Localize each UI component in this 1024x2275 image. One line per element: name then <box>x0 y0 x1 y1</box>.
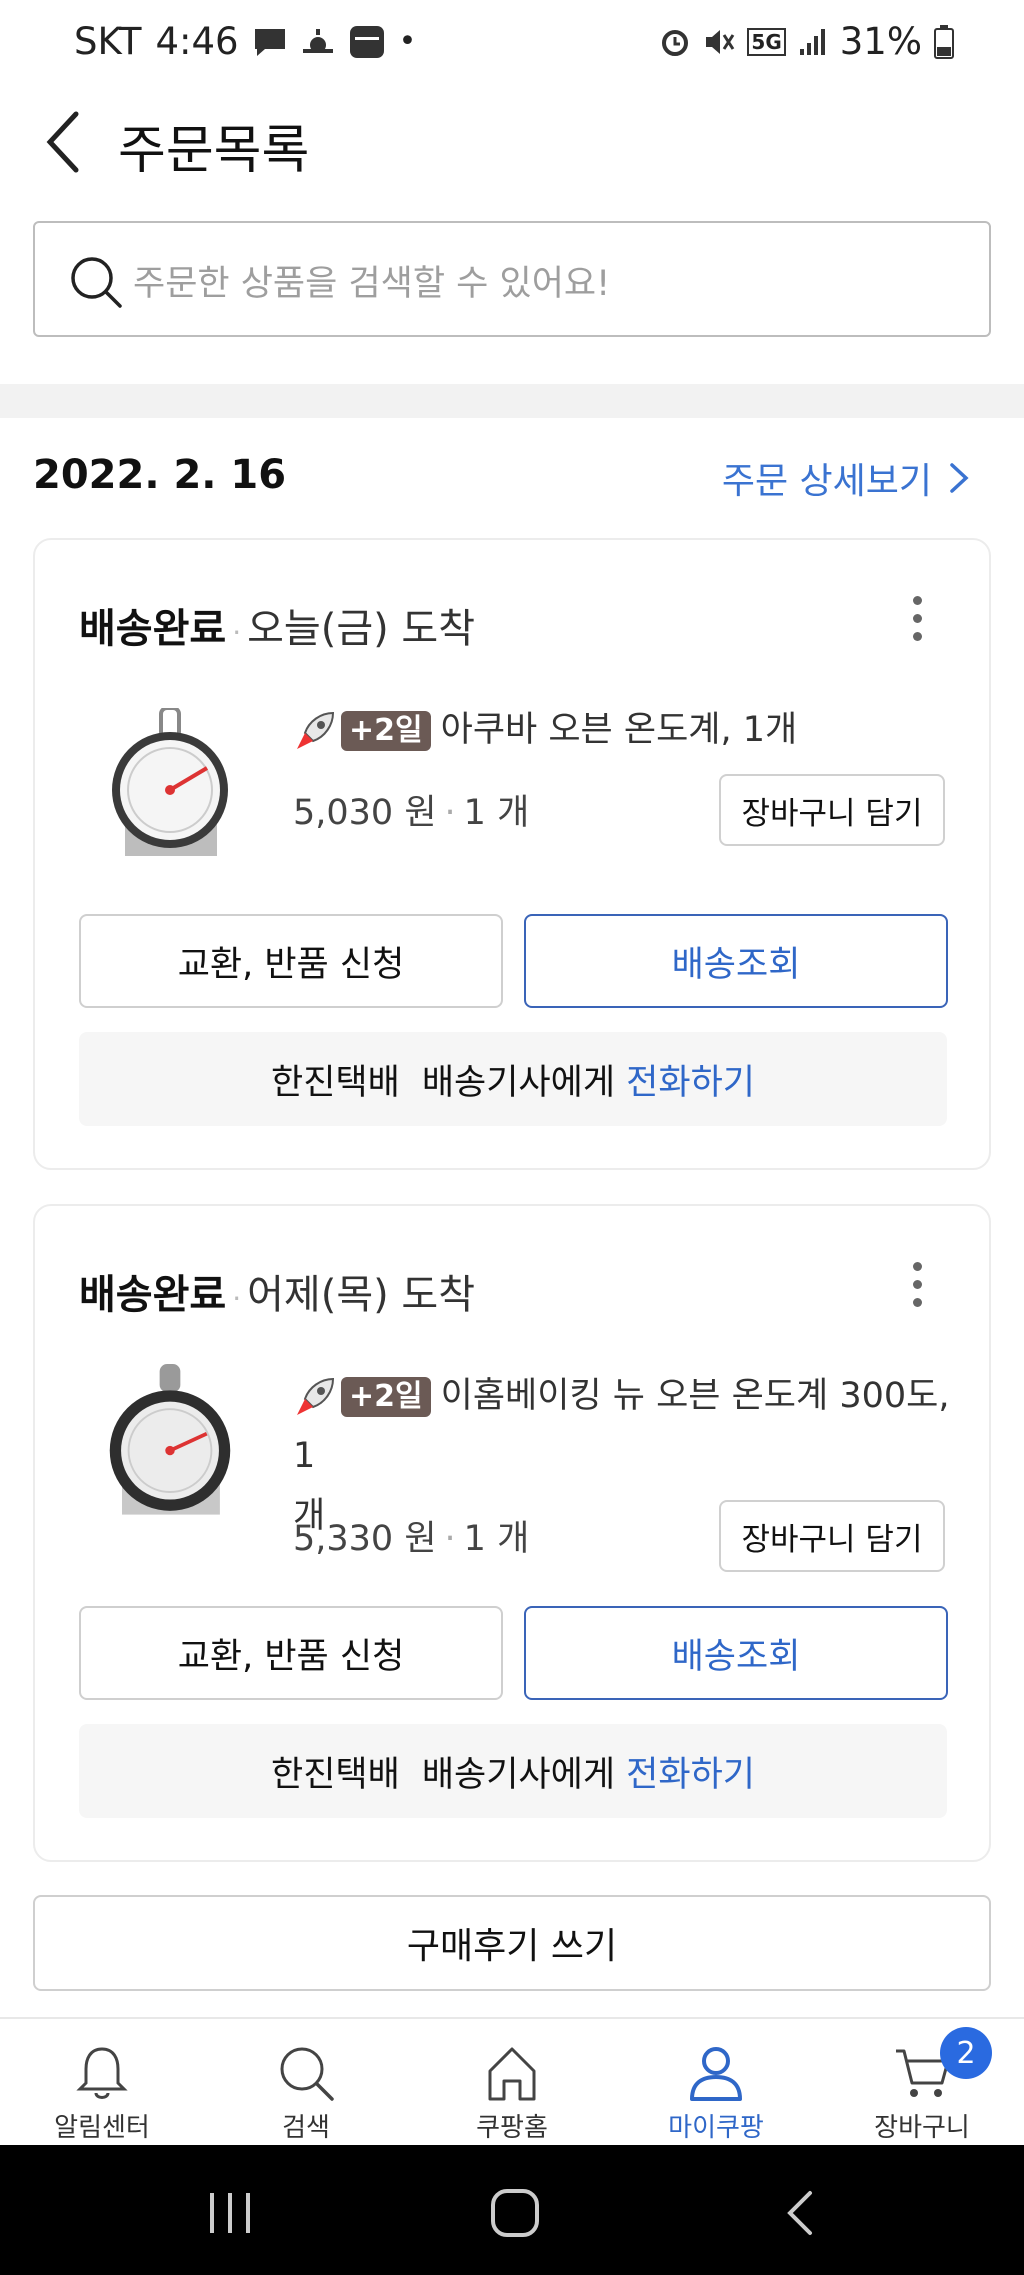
tab-label: 장바구니 <box>874 2113 970 2143</box>
status-label: 배송완료 <box>79 1272 227 1318</box>
more-options-icon[interactable] <box>911 1262 923 1307</box>
product-title[interactable]: +2일 아쿠바 오븐 온도계, 1개 <box>293 700 797 760</box>
home-button-icon[interactable] <box>485 2185 545 2241</box>
carrier-label: SKT <box>74 20 142 63</box>
courier-contact-bar: 한진택배 배송기사에게 전화하기 <box>79 1032 947 1126</box>
search-icon <box>280 2047 334 2101</box>
price: 5,030 원 <box>293 793 437 833</box>
search-icon <box>71 257 122 308</box>
page-title: 주문목록 <box>118 121 310 181</box>
delivery-badge: +2일 <box>341 711 431 751</box>
price-row: 5,330 원 · 1 개 <box>293 1519 530 1559</box>
delivery-status: 배송완료 · 어제(목) 도착 <box>79 1272 476 1318</box>
order-date: 2022. 2. 16 <box>33 452 287 498</box>
battery-icon <box>934 24 954 59</box>
courier-name: 한진택배 <box>271 1754 400 1795</box>
delivery-badge: +2일 <box>341 1377 431 1417</box>
arrival-label: 오늘(금) 도착 <box>247 606 476 652</box>
tab-home[interactable]: 쿠팡홈 <box>432 2019 592 2147</box>
tab-label: 마이쿠팡 <box>668 2113 764 2143</box>
delivery-status: 배송완료 · 오늘(금) 도착 <box>79 606 476 652</box>
tab-cart[interactable]: 2 장바구니 <box>842 2019 1002 2147</box>
price-row: 5,030 원 · 1 개 <box>293 793 530 833</box>
call-driver-link[interactable]: 전화하기 <box>626 1063 755 1103</box>
write-review-button[interactable]: 구매후기 쓰기 <box>33 1895 991 1991</box>
mute-icon <box>706 29 735 54</box>
product-name: 아쿠바 오븐 온도계, 1개 <box>440 710 798 750</box>
dot-indicator: • <box>398 24 417 59</box>
person-icon <box>690 2047 742 2101</box>
arrival-label: 어제(목) 도착 <box>247 1272 476 1318</box>
tab-notifications[interactable]: 알림센터 <box>22 2019 182 2147</box>
back-icon[interactable] <box>772 2185 832 2241</box>
product-image[interactable] <box>95 1364 245 1524</box>
app-notification-icon <box>349 25 384 58</box>
alarm-icon <box>662 29 689 56</box>
rocket-delivery-icon <box>297 1377 335 1415</box>
shipment-card: 배송완료 · 오늘(금) 도착 +2일 아쿠바 오븐 온도계, 1개 5,030 원 ·… <box>33 538 991 1170</box>
weather-icon <box>302 28 333 53</box>
track-delivery-button[interactable]: 배송조회 <box>524 914 948 1008</box>
search-input[interactable]: 주문한 상품을 검색할 수 있어요! <box>33 221 991 337</box>
courier-name: 한진택배 <box>271 1062 400 1103</box>
back-arrow-icon[interactable] <box>36 102 96 182</box>
search-placeholder: 주문한 상품을 검색할 수 있어요! <box>133 264 611 304</box>
call-driver-link[interactable]: 전화하기 <box>626 1755 755 1795</box>
add-to-cart-button[interactable]: 장바구니 담기 <box>719 1500 945 1572</box>
status-bar-left: SKT 4:46 • <box>74 20 416 63</box>
quantity: 1 개 <box>463 793 530 833</box>
price: 5,330 원 <box>293 1519 437 1559</box>
network-type: 5G <box>747 27 786 56</box>
tab-label: 쿠팡홈 <box>476 2113 548 2143</box>
driver-text: 배송기사에게 전화하기 <box>421 1062 755 1103</box>
status-bar-right: 5G 31% <box>659 20 954 63</box>
product-image[interactable] <box>95 708 245 868</box>
rocket-delivery-icon <box>297 711 335 749</box>
bell-icon <box>76 2047 128 2099</box>
add-to-cart-button[interactable]: 장바구니 담기 <box>719 774 945 846</box>
exchange-return-button[interactable]: 교환, 반품 신청 <box>79 1606 503 1700</box>
header: 주문목록 <box>0 84 1024 194</box>
driver-text: 배송기사에게 전화하기 <box>421 1754 755 1795</box>
status-label: 배송완료 <box>79 606 227 652</box>
home-icon <box>488 2047 536 2101</box>
message-icon <box>254 28 285 56</box>
tab-search[interactable]: 검색 <box>226 2019 386 2147</box>
recent-apps-icon[interactable] <box>200 2185 260 2241</box>
shipment-card: 배송완료 · 어제(목) 도착 +2일 이홈베이킹 뉴 오븐 온도계 300도, 1개… <box>33 1204 991 1862</box>
quantity: 1 개 <box>463 1519 530 1559</box>
tab-label: 검색 <box>282 2113 330 2143</box>
clock: 4:46 <box>155 20 239 63</box>
system-nav-bar <box>0 2145 1024 2275</box>
track-delivery-button[interactable]: 배송조회 <box>524 1606 948 1700</box>
signal-icon <box>799 28 825 55</box>
more-options-icon[interactable] <box>911 596 923 641</box>
tab-my-coupang[interactable]: 마이쿠팡 <box>636 2019 796 2147</box>
order-detail-label: 주문 상세보기 <box>721 461 932 502</box>
cart-count-badge: 2 <box>940 2027 992 2079</box>
section-divider <box>0 384 1024 418</box>
courier-contact-bar: 한진택배 배송기사에게 전화하기 <box>79 1724 947 1818</box>
bottom-tab-bar: 알림센터 검색 쿠팡홈 마이쿠팡 2 장바구니 <box>0 2017 1024 2145</box>
exchange-return-button[interactable]: 교환, 반품 신청 <box>79 914 503 1008</box>
status-bar: SKT 4:46 • 5G 31% <box>0 0 1024 84</box>
order-detail-link[interactable]: 주문 상세보기 <box>722 452 970 504</box>
chevron-right-icon <box>950 463 969 493</box>
tab-label: 알림센터 <box>54 2113 150 2143</box>
battery-percent: 31% <box>839 20 922 63</box>
